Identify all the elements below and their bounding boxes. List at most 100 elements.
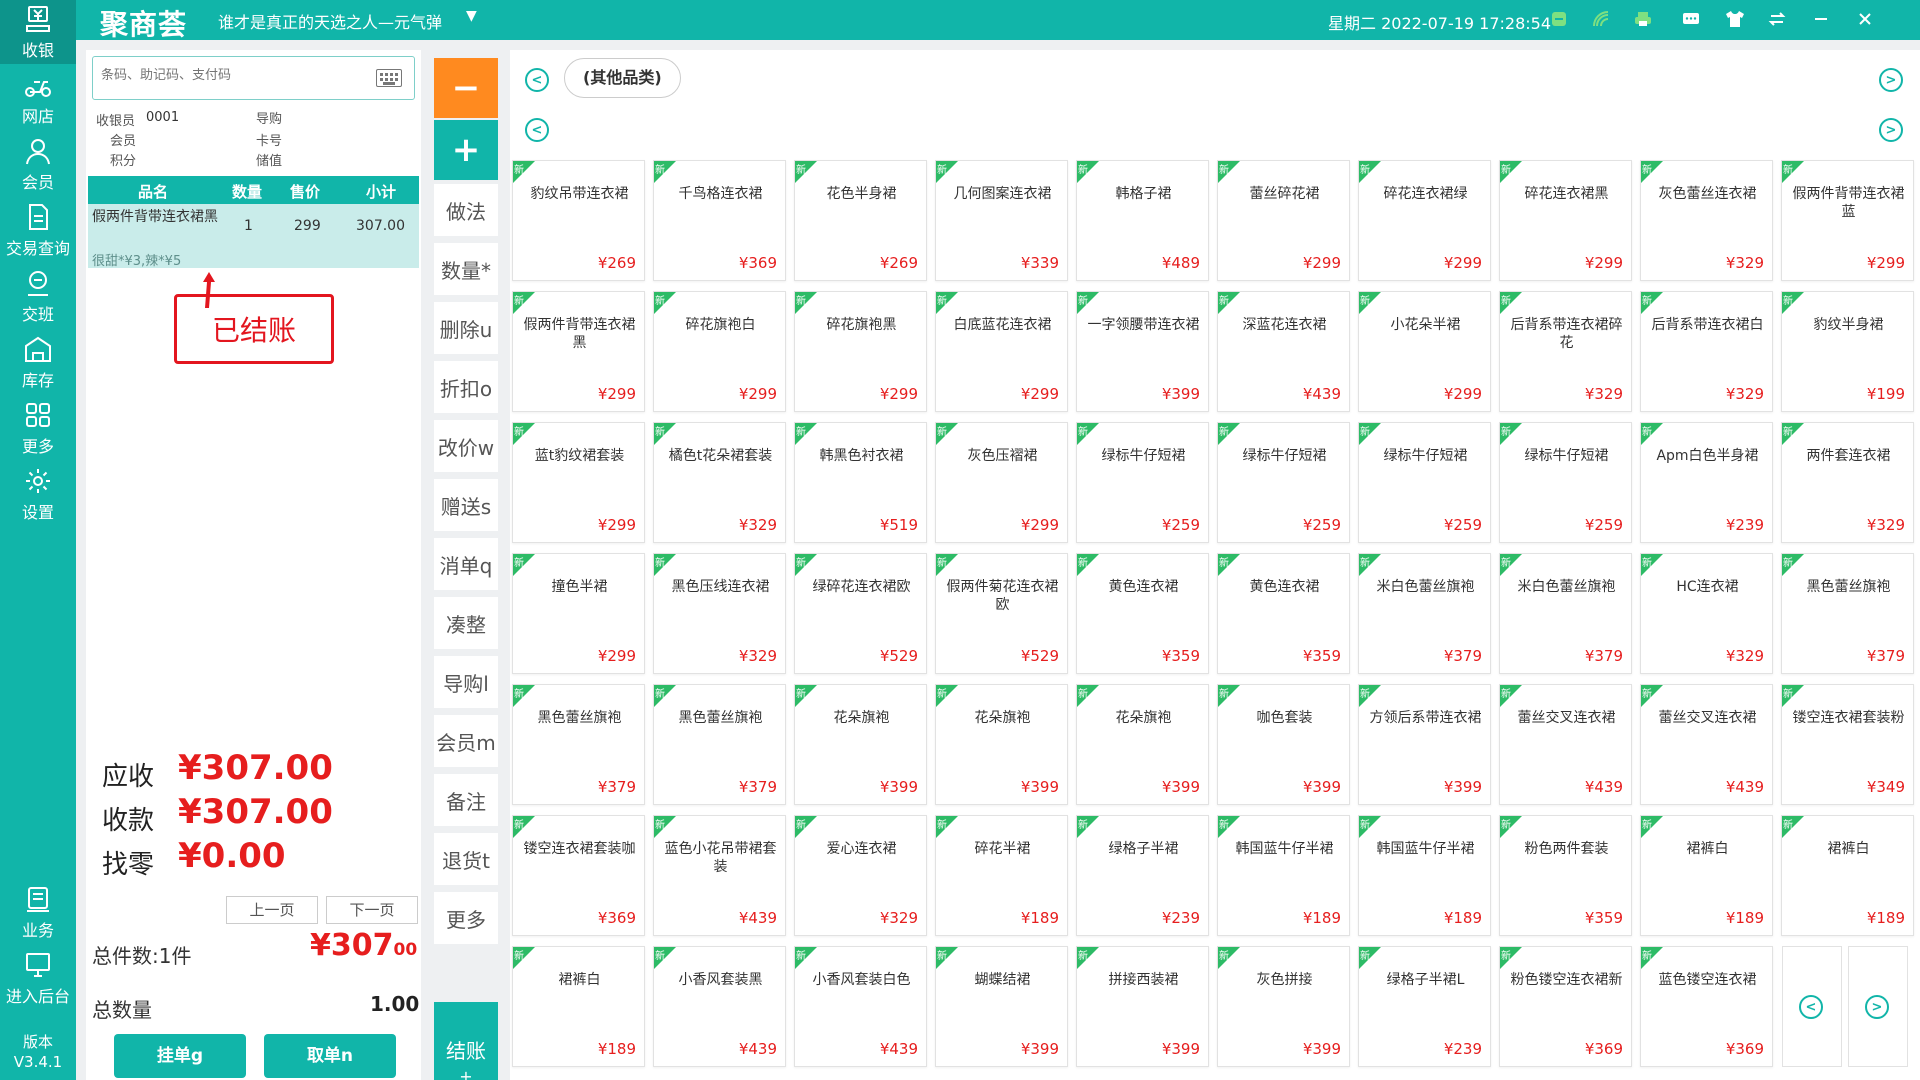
product-tile[interactable]: 新爱心连衣裙 ¥329 (794, 815, 927, 936)
product-tile[interactable]: 新拼接西装裙 ¥399 (1076, 946, 1209, 1067)
remark-button[interactable]: 备注 (434, 774, 498, 826)
product-tile[interactable]: 新韩国蓝牛仔半裙 ¥189 (1217, 815, 1350, 936)
product-tile[interactable]: 新两件套连衣裙 ¥329 (1781, 422, 1914, 543)
product-tile[interactable]: 新韩国蓝牛仔半裙 ¥189 (1358, 815, 1491, 936)
chevron-down-icon[interactable]: ▼ (466, 8, 477, 24)
swap-icon[interactable] (1766, 8, 1788, 30)
database-icon[interactable] (1548, 8, 1570, 30)
method-button[interactable]: 做法 (434, 184, 498, 236)
product-tile[interactable]: 新咖色套装 ¥399 (1217, 684, 1350, 805)
product-tile[interactable]: 新蓝t豹纹裙套装 ¥299 (512, 422, 645, 543)
product-tile[interactable]: 新米白色蕾丝旗袍 ¥379 (1499, 553, 1632, 674)
guide-button[interactable]: 导购l (434, 656, 498, 708)
product-tile[interactable]: 新绿标牛仔短裙 ¥259 (1217, 422, 1350, 543)
product-tile[interactable]: 新后背系带连衣裙碎花 ¥329 (1499, 291, 1632, 412)
product-tile[interactable]: 新碎花旗袍白 ¥299 (653, 291, 786, 412)
minimize-icon[interactable] (1810, 8, 1832, 30)
product-tile[interactable]: 新韩格子裙 ¥489 (1076, 160, 1209, 281)
product-tile[interactable]: 新 Apm白色半身裙 ¥239 (1640, 422, 1773, 543)
product-tile[interactable]: 新蕾丝交叉连衣裙 ¥439 (1499, 684, 1632, 805)
product-tile[interactable]: 新蕾丝交叉连衣裙 ¥439 (1640, 684, 1773, 805)
product-tile[interactable]: 新镂空连衣裙套装粉 ¥349 (1781, 684, 1914, 805)
message-icon[interactable] (1680, 8, 1702, 30)
product-tile[interactable]: 新撞色半裙 ¥299 (512, 553, 645, 674)
product-tile[interactable]: 新韩黑色衬衣裙 ¥519 (794, 422, 927, 543)
nav-item-transactions[interactable]: 交易查询 (0, 198, 76, 262)
subcategory-next-icon[interactable]: > (1879, 118, 1903, 142)
delete-button[interactable]: 删除u (434, 302, 498, 354)
category-tab[interactable]: (其他品类) (564, 58, 681, 98)
product-tile[interactable]: 新粉色两件套装 ¥359 (1499, 815, 1632, 936)
product-tile[interactable]: 新碎花半裙 ¥189 (935, 815, 1068, 936)
category-next-icon[interactable]: > (1879, 68, 1903, 92)
product-tile[interactable]: 新绿标牛仔短裙 ¥259 (1076, 422, 1209, 543)
change-price-button[interactable]: 改价w (434, 420, 498, 472)
return-button[interactable]: 退货t (434, 833, 498, 885)
product-tile[interactable]: 新小香风套装白色 ¥439 (794, 946, 927, 1067)
minus-button[interactable]: − (434, 58, 498, 118)
product-tile[interactable]: 新花色半身裙 ¥269 (794, 160, 927, 281)
grid-prev-page[interactable]: < (1782, 946, 1842, 1067)
product-tile[interactable]: 新小香风套装黑 ¥439 (653, 946, 786, 1067)
nav-item-inventory[interactable]: 库存 (0, 330, 76, 394)
product-tile[interactable]: 新花朵旗袍 ¥399 (935, 684, 1068, 805)
gift-button[interactable]: 赠送s (434, 479, 498, 531)
product-tile[interactable]: 新灰色蕾丝连衣裙 ¥329 (1640, 160, 1773, 281)
nav-item-shift[interactable]: 交班 (0, 264, 76, 328)
nav-item-more[interactable]: 更多 (0, 396, 76, 460)
prev-page-button[interactable]: 上一页 (226, 896, 318, 924)
product-tile[interactable]: 新深蓝花连衣裙 ¥439 (1217, 291, 1350, 412)
product-tile[interactable]: 新黑色压线连衣裙 ¥329 (653, 553, 786, 674)
product-tile[interactable]: 新裙裤白 ¥189 (512, 946, 645, 1067)
nav-item-member[interactable]: 会员 (0, 132, 76, 196)
product-tile[interactable]: 新黄色连衣裙 ¥359 (1076, 553, 1209, 674)
subcategory-prev-icon[interactable]: < (525, 118, 549, 142)
product-tile[interactable]: 新假两件菊花连衣裙欧 ¥529 (935, 553, 1068, 674)
product-tile[interactable]: 新裙裤白 ¥189 (1640, 815, 1773, 936)
product-tile[interactable]: 新粉色镂空连衣裙新 ¥369 (1499, 946, 1632, 1067)
chevron-left-icon[interactable]: < (1799, 995, 1823, 1019)
plus-button[interactable]: + (434, 120, 498, 180)
product-tile[interactable]: 新 HC连衣裙 ¥329 (1640, 553, 1773, 674)
nav-item-settings[interactable]: 设置 (0, 462, 76, 526)
checkout-button[interactable]: 结账 + (434, 1002, 498, 1080)
product-tile[interactable]: 新灰色拼接 ¥399 (1217, 946, 1350, 1067)
grid-next-page[interactable]: > (1848, 946, 1908, 1067)
nav-item-backend[interactable]: 进入后台 (0, 946, 76, 1010)
product-tile[interactable]: 新黑色蕾丝旗袍 ¥379 (512, 684, 645, 805)
product-tile[interactable]: 新绿格子半裙L ¥239 (1358, 946, 1491, 1067)
product-tile[interactable]: 新裙裤白 ¥189 (1781, 815, 1914, 936)
product-tile[interactable]: 新碎花连衣裙绿 ¥299 (1358, 160, 1491, 281)
discount-button[interactable]: 折扣o (434, 361, 498, 413)
more-button[interactable]: 更多 (434, 892, 498, 944)
product-tile[interactable]: 新假两件背带连衣裙黑 ¥299 (512, 291, 645, 412)
product-tile[interactable]: 新几何图案连衣裙 ¥339 (935, 160, 1068, 281)
product-tile[interactable]: 新白底蓝花连衣裙 ¥299 (935, 291, 1068, 412)
product-tile[interactable]: 新黑色蕾丝旗袍 ¥379 (653, 684, 786, 805)
product-tile[interactable]: 新花朵旗袍 ¥399 (794, 684, 927, 805)
hang-order-button[interactable]: 挂单g (114, 1034, 246, 1078)
product-tile[interactable]: 新蕾丝碎花裙 ¥299 (1217, 160, 1350, 281)
search-input[interactable] (101, 68, 361, 83)
product-tile[interactable]: 新绿格子半裙 ¥239 (1076, 815, 1209, 936)
product-tile[interactable]: 新花朵旗袍 ¥399 (1076, 684, 1209, 805)
product-tile[interactable]: 新千鸟格连衣裙 ¥369 (653, 160, 786, 281)
cancel-order-button[interactable]: 消单q (434, 538, 498, 590)
quantity-button[interactable]: 数量* (434, 243, 498, 295)
product-tile[interactable]: 新碎花旗袍黑 ¥299 (794, 291, 927, 412)
product-tile[interactable]: 新黄色连衣裙 ¥359 (1217, 553, 1350, 674)
product-tile[interactable]: 新黑色蕾丝旗袍 ¥379 (1781, 553, 1914, 674)
product-tile[interactable]: 新豹纹吊带连衣裙 ¥269 (512, 160, 645, 281)
search-box[interactable] (92, 56, 415, 100)
wifi-icon[interactable] (1590, 8, 1612, 30)
shirt-icon[interactable] (1724, 8, 1746, 30)
product-tile[interactable]: 新米白色蕾丝旗袍 ¥379 (1358, 553, 1491, 674)
table-row[interactable]: 假两件背带连衣裙黑 1 299 307.00 很甜*¥3,辣*¥5 (88, 204, 419, 269)
product-tile[interactable]: 新蓝色小花吊带裙套装 ¥439 (653, 815, 786, 936)
product-tile[interactable]: 新蓝色镂空连衣裙 ¥369 (1640, 946, 1773, 1067)
product-tile[interactable]: 新后背系带连衣裙白 ¥329 (1640, 291, 1773, 412)
nav-item-cashier[interactable]: 收银 (0, 0, 76, 64)
product-tile[interactable]: 新绿标牛仔短裙 ¥259 (1358, 422, 1491, 543)
product-tile[interactable]: 新方领后系带连衣裙 ¥399 (1358, 684, 1491, 805)
retrieve-order-button[interactable]: 取单n (264, 1034, 396, 1078)
